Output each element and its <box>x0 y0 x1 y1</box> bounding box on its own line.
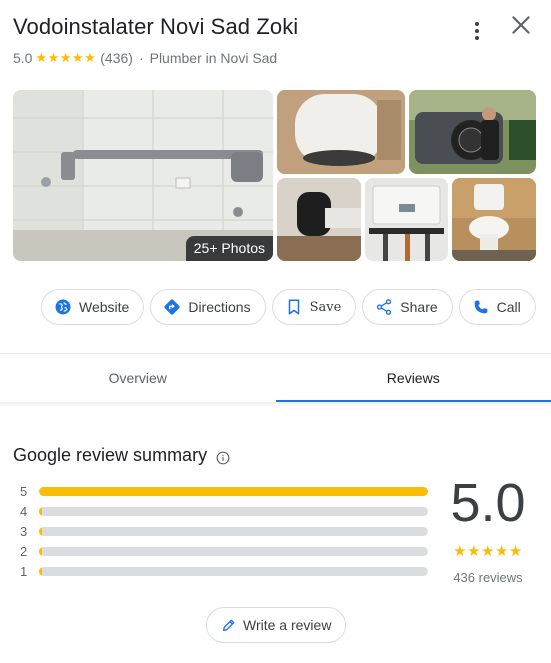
rating-distribution: 5 4 3 2 1 <box>20 481 428 581</box>
rating-bar-track <box>39 506 428 516</box>
call-label: Call <box>496 299 521 315</box>
tab-overview[interactable]: Overview <box>0 354 276 402</box>
rating-row-label: 3 <box>20 523 28 539</box>
website-button[interactable]: Website <box>41 289 145 325</box>
share-label: Share <box>400 299 438 315</box>
photo-toilet[interactable] <box>452 178 536 261</box>
globe-icon <box>54 298 72 316</box>
rating-row-label: 2 <box>20 543 28 559</box>
photo-main[interactable]: 25+ Photos <box>13 90 273 261</box>
photos-count-badge[interactable]: 25+ Photos <box>185 236 273 261</box>
place-header: Vodoinstalater Novi Sad Zoki 5.0 ★★★★★ (… <box>13 12 538 72</box>
rating-line: 5.0 ★★★★★ (436) · Plumber in Novi Sad <box>13 48 277 68</box>
review-summary-heading: Google review summary <box>13 444 230 466</box>
rating-row-3[interactable]: 3 <box>20 521 428 541</box>
rating-bar-fill <box>39 486 428 496</box>
rating-bar-track <box>39 486 428 496</box>
directions-icon <box>163 298 181 316</box>
average-score: 5.0 <box>450 473 526 533</box>
rating-row-label: 4 <box>20 503 28 519</box>
save-label: Save <box>309 299 342 315</box>
photo-pipe[interactable] <box>277 178 361 261</box>
rating-row-label: 5 <box>20 483 28 499</box>
rating-stars: ★★★★★ <box>35 50 97 65</box>
tab-bar: Overview Reviews <box>0 354 551 402</box>
directions-label: Directions <box>188 299 251 315</box>
photo-water-heater[interactable] <box>277 90 405 174</box>
place-title: Vodoinstalater Novi Sad Zoki <box>13 14 299 39</box>
rating-row-1[interactable]: 1 <box>20 561 428 581</box>
rating-bar-fill <box>39 526 42 536</box>
review-summary-title: Google review summary <box>13 445 208 465</box>
bookmark-icon <box>285 298 303 316</box>
rating-bar-track <box>39 546 428 556</box>
write-review-button[interactable]: Write a review <box>206 607 347 643</box>
directions-button[interactable]: Directions <box>150 289 266 325</box>
rating-row-label: 1 <box>20 563 28 579</box>
rating-row-2[interactable]: 2 <box>20 541 428 561</box>
close-icon[interactable] <box>508 12 534 38</box>
rating-bar-track <box>39 566 428 576</box>
tab-reviews[interactable]: Reviews <box>275 354 551 402</box>
write-review-label: Write a review <box>243 617 332 633</box>
call-button[interactable]: Call <box>458 289 536 325</box>
rating-row-5[interactable]: 5 <box>20 481 428 501</box>
website-label: Website <box>79 299 130 315</box>
rating-value: 5.0 <box>13 50 33 66</box>
separator-dot: · <box>138 50 144 66</box>
place-category: Plumber in Novi Sad <box>149 50 278 66</box>
average-stars: ★★★★★ <box>453 543 523 560</box>
rating-bar-fill <box>39 506 42 516</box>
rating-bar-fill <box>39 566 42 576</box>
review-count-link[interactable]: (436) <box>100 48 133 68</box>
photo-plumber[interactable] <box>409 90 536 174</box>
share-button[interactable]: Share <box>362 289 453 325</box>
total-reviews-link[interactable]: 436 reviews <box>446 570 530 585</box>
share-icon <box>375 298 393 316</box>
rating-row-4[interactable]: 4 <box>20 501 428 521</box>
score-box: 5.0 ★★★★★ 436 reviews <box>446 474 530 585</box>
pencil-icon <box>221 617 237 633</box>
tabs-shadow <box>0 402 551 407</box>
rating-bar-track <box>39 526 428 536</box>
phone-icon <box>472 298 490 316</box>
info-icon[interactable] <box>216 448 230 465</box>
rating-bar-fill <box>39 546 42 556</box>
photo-boiler[interactable] <box>365 178 448 261</box>
action-buttons: Website Directions Save Share Call <box>41 289 536 325</box>
photo-gallery: 25+ Photos <box>13 90 536 261</box>
more-options-icon[interactable] <box>466 18 488 44</box>
save-button[interactable]: Save <box>271 289 357 325</box>
